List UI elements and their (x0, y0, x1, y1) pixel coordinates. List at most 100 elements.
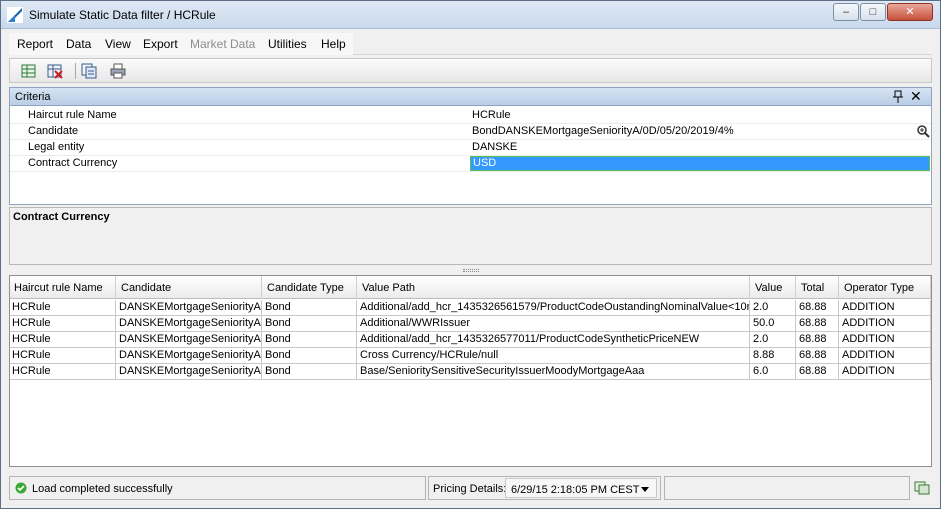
table-cell: Bond (263, 300, 357, 316)
table-row[interactable]: HCRule DANSKEMortgageSeniorityA Bond Add… (10, 300, 931, 316)
table-cell: Bond (263, 332, 357, 348)
criteria-title: Criteria (15, 91, 51, 103)
criteria-label: Legal entity (28, 141, 85, 153)
pricing-details-value: 6/29/15 2:18:05 PM CEST (511, 484, 640, 496)
table-cell: 2.0 (751, 332, 796, 348)
menu-data[interactable]: Data (66, 37, 91, 51)
table-cell: DANSKEMortgageSeniorityA (117, 332, 262, 348)
chevron-down-icon[interactable] (641, 487, 649, 492)
table-cell: HCRule (10, 300, 116, 316)
table-cell: Cross Currency/HCRule/null (358, 348, 750, 364)
grid-header: Haircut rule Name Candidate Candidate Ty… (10, 276, 931, 299)
column-header[interactable]: Haircut rule Name (10, 276, 116, 299)
table-cell: 8.88 (751, 348, 796, 364)
column-header[interactable]: Operator Type (840, 276, 931, 299)
menu-help[interactable]: Help (321, 37, 346, 51)
app-logo-icon (7, 7, 23, 23)
pin-icon[interactable] (892, 90, 904, 104)
toolbar-separator (75, 63, 76, 79)
table-cell: 68.88 (797, 300, 839, 316)
criteria-label: Haircut rule Name (28, 109, 117, 121)
criteria-header: Criteria ✕ (10, 88, 931, 106)
toolbar (9, 58, 932, 83)
table-cell: ADDITION (840, 300, 931, 316)
criteria-label: Contract Currency (28, 157, 118, 169)
copy-report-icon[interactable] (80, 62, 98, 80)
menu-utilities[interactable]: Utilities (268, 37, 307, 51)
success-check-icon (15, 482, 27, 494)
menu-bar-fill (353, 33, 932, 55)
table-cell: DANSKEMortgageSeniorityA (117, 348, 262, 364)
menu-report[interactable]: Report (17, 37, 53, 51)
table-row[interactable]: HCRule DANSKEMortgageSeniorityA Bond Add… (10, 316, 931, 332)
menu-market-data[interactable]: Market Data (190, 37, 255, 51)
table-cell: 68.88 (797, 332, 839, 348)
contract-currency-field[interactable]: USD (470, 156, 930, 171)
criteria-row[interactable]: Contract Currency USD (10, 156, 931, 172)
column-header[interactable]: Value (751, 276, 796, 299)
table-cell: DANSKEMortgageSeniorityA (117, 300, 262, 316)
column-header[interactable]: Candidate Type (263, 276, 357, 299)
app-window: Simulate Static Data filter / HCRule – □… (0, 0, 941, 509)
table-cell: ADDITION (840, 316, 931, 332)
table-cell: 2.0 (751, 300, 796, 316)
table-cell: ADDITION (840, 332, 931, 348)
table-cell: HCRule (10, 348, 116, 364)
criteria-label: Candidate (28, 125, 79, 137)
new-report-icon[interactable] (20, 62, 38, 80)
maximize-button[interactable]: □ (860, 3, 886, 21)
table-cell: 68.88 (797, 348, 839, 364)
table-row[interactable]: HCRule DANSKEMortgageSeniorityA Bond Bas… (10, 364, 931, 380)
status-message: Load completed successfully (32, 483, 173, 495)
window-title: Simulate Static Data filter / HCRule (29, 8, 216, 22)
pricing-details-dropdown[interactable]: 6/29/15 2:18:05 PM CEST (505, 478, 657, 498)
pricing-details-label: Pricing Details: (433, 483, 507, 495)
table-cell: ADDITION (840, 348, 931, 364)
table-cell: HCRule (10, 316, 116, 332)
window-layout-icon[interactable] (914, 479, 930, 495)
table-cell: DANSKEMortgageSeniorityA (117, 364, 262, 380)
menu-view[interactable]: View (105, 37, 131, 51)
minimize-button[interactable]: – (833, 3, 859, 21)
close-window-button[interactable]: ✕ (887, 3, 933, 21)
table-cell: Bond (263, 348, 357, 364)
delete-report-icon[interactable] (46, 62, 64, 80)
table-cell: Bond (263, 364, 357, 380)
pricing-details-area: Pricing Details: 6/29/15 2:18:05 PM CEST (428, 476, 661, 500)
criteria-value[interactable]: DANSKE (472, 141, 517, 153)
zoom-icon[interactable] (916, 124, 930, 138)
table-cell: DANSKEMortgageSeniorityA (117, 316, 262, 332)
column-header[interactable]: Total (797, 276, 839, 299)
splitter-handle[interactable] (463, 269, 479, 272)
status-empty-area (664, 476, 910, 500)
table-cell: Additional/add_hcr_1435326577011/Product… (358, 332, 750, 348)
table-cell: 68.88 (797, 364, 839, 380)
criteria-row[interactable]: Haircut rule Name HCRule (10, 108, 931, 124)
table-cell: Base/SenioritySensitiveSecurityIssuerMoo… (358, 364, 750, 380)
title-bar[interactable]: Simulate Static Data filter / HCRule – □… (1, 1, 940, 29)
status-message-area: Load completed successfully (9, 476, 426, 500)
print-icon[interactable] (109, 62, 127, 80)
table-cell: 68.88 (797, 316, 839, 332)
table-cell: ADDITION (840, 364, 931, 380)
table-cell: HCRule (10, 364, 116, 380)
criteria-value[interactable]: USD (473, 157, 496, 169)
description-title: Contract Currency (13, 211, 110, 223)
table-row[interactable]: HCRule DANSKEMortgageSeniorityA Bond Cro… (10, 348, 931, 364)
close-icon[interactable]: ✕ (910, 89, 924, 103)
column-header[interactable]: Candidate (117, 276, 262, 299)
criteria-value[interactable]: BondDANSKEMortgageSeniorityA/0D/05/20/20… (472, 125, 734, 137)
criteria-value[interactable]: HCRule (472, 109, 511, 121)
column-header[interactable]: Value Path (358, 276, 750, 299)
menu-export[interactable]: Export (143, 37, 178, 51)
criteria-panel: Criteria ✕ Haircut rule Name HCRule Cand… (9, 87, 932, 205)
status-bar: Load completed successfully Pricing Deta… (9, 474, 932, 501)
table-cell: HCRule (10, 332, 116, 348)
criteria-row[interactable]: Candidate BondDANSKEMortgageSeniorityA/0… (10, 124, 931, 140)
criteria-row[interactable]: Legal entity DANSKE (10, 140, 931, 156)
table-row[interactable]: HCRule DANSKEMortgageSeniorityA Bond Add… (10, 332, 931, 348)
table-cell: Additional/WWRIssuer (358, 316, 750, 332)
menu-bar: Report Data View Export Market Data Util… (9, 33, 353, 55)
table-cell: 6.0 (751, 364, 796, 380)
results-grid: Haircut rule Name Candidate Candidate Ty… (9, 275, 932, 467)
